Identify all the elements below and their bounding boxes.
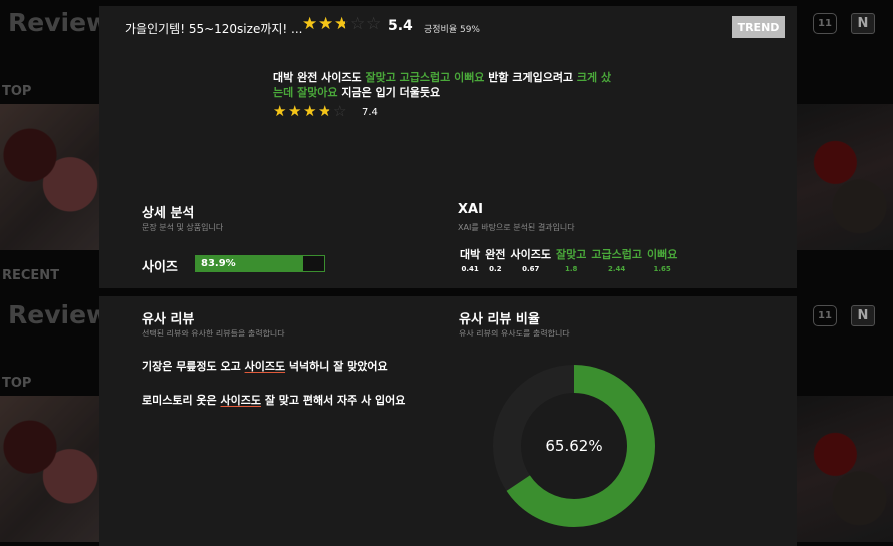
review-rating-value: 7.4 <box>362 107 378 118</box>
detail-analysis-title: 상세 분석 <box>142 206 195 221</box>
xai-token-word: 이뻐요 <box>646 248 678 261</box>
trend-button[interactable]: TREND <box>732 16 785 38</box>
similar-review-keyword: 사이즈도 <box>244 360 286 373</box>
product-rating-stars: ☆★☆★☆★☆★☆★ <box>302 16 382 33</box>
star-icon: ☆★ <box>333 102 347 120</box>
star-icon: ☆★ <box>366 14 382 34</box>
detail-analysis-subtitle: 문장 분석 및 상품입니다 <box>142 223 224 232</box>
similar-reviews-subtitle: 선택된 리뷰와 유사한 리뷰들을 출력합니다 <box>142 329 285 338</box>
xai-token-word: 사이즈도 <box>510 248 551 261</box>
attribute-score-value: 83.9% <box>201 258 236 269</box>
star-icon: ☆★ <box>288 102 302 120</box>
similar-review-item[interactable]: 기장은 무릎정도 오고 사이즈도 넉넉하니 잘 맞았어요 <box>142 360 417 374</box>
xai-token: 사이즈도 0.67 <box>511 246 551 273</box>
similar-review-text: 넉넉하니 잘 맞았어요 <box>285 360 388 373</box>
xai-token-word: 잘맞고 <box>555 248 587 261</box>
selected-review-text: 대박 완전 사이즈도 잘맞고 고급스럽고 이뻐요 반함 크게입으려고 크게 샀는… <box>273 70 618 100</box>
star-icon: ☆★ <box>334 14 350 34</box>
xai-token-score: 0.67 <box>522 265 540 273</box>
xai-token-score: 2.44 <box>608 265 626 273</box>
xai-token: 고급스럽고 2.44 <box>591 246 642 273</box>
star-icon: ☆★ <box>318 14 334 34</box>
xai-token-score: 1.65 <box>653 265 671 273</box>
similar-review-keyword: 사이즈도 <box>220 394 261 407</box>
xai-token-score: 1.8 <box>564 265 578 273</box>
attribute-score-bar: 83.9% <box>195 255 325 272</box>
star-icon: ☆★ <box>273 102 287 120</box>
xai-token: 완전 0.2 <box>485 246 505 273</box>
xai-subtitle: XAI를 바탕으로 분석된 결과입니다 <box>458 223 575 232</box>
star-icon: ☆★ <box>350 14 366 34</box>
xai-token-list: 대박 0.41 완전 0.2 사이즈도 0.67 잘맞고 1.8 고급스럽고 2.44 이뻐요 1.6… <box>460 246 677 273</box>
xai-token-word: 완전 <box>485 248 506 261</box>
star-icon: ☆★ <box>303 102 317 120</box>
product-rating-value: 5.4 <box>388 18 413 34</box>
xai-token: 잘맞고 1.8 <box>556 246 586 273</box>
similar-review-list: 기장은 무릎정도 오고 사이즈도 넉넉하니 잘 맞았어요로미스토리 옷은 사이즈… <box>142 360 417 428</box>
review-phrase: 대박 완전 사이즈도 <box>273 71 366 84</box>
similarity-ratio-title: 유사 리뷰 비율 <box>459 312 540 327</box>
xai-token-score: 0.41 <box>461 265 479 273</box>
similar-review-item[interactable]: 로미스토리 옷은 사이즈도 잘 맞고 편해서 자주 사 입어요 <box>142 394 417 408</box>
xai-title: XAI <box>458 202 483 217</box>
similar-reviews-title: 유사 리뷰 <box>142 312 195 327</box>
highlighted-phrase: 잘맞고 고급스럽고 이뻐요 <box>365 71 485 84</box>
xai-token-word: 고급스럽고 <box>591 248 642 261</box>
xai-token: 이뻐요 1.65 <box>647 246 677 273</box>
xai-token: 대박 0.41 <box>460 246 480 273</box>
xai-token-score: 0.2 <box>489 265 502 273</box>
review-rating-stars: ☆★☆★☆★☆★☆★ <box>273 104 348 119</box>
product-title: 가을인기템! 55~120size까지! ... <box>125 22 303 36</box>
xai-token-word: 대박 <box>460 248 481 261</box>
similar-review-text: 로미스토리 옷은 <box>142 394 221 407</box>
star-icon: ☆★ <box>318 102 332 120</box>
review-phrase: 반함 크게입으려고 <box>484 71 577 84</box>
positive-ratio: 긍정비율 59% <box>424 25 480 35</box>
similar-review-text: 기장은 무릎정도 오고 <box>142 360 245 373</box>
attribute-label: 사이즈 <box>142 260 178 275</box>
star-icon: ☆★ <box>302 14 318 34</box>
review-analysis-panel: 가을인기템! 55~120size까지! ... ☆★☆★☆★☆★☆★ 5.4 … <box>99 6 797 288</box>
similarity-ratio-subtitle: 유사 리뷰의 유사도를 출력합니다 <box>459 329 570 338</box>
similar-review-panel: 유사 리뷰 선택된 리뷰와 유사한 리뷰들을 출력합니다 기장은 무릎정도 오고… <box>99 296 797 546</box>
review-phrase: 지금은 입기 더울듯요 <box>337 86 441 99</box>
similarity-ratio-value: 65.62% <box>545 437 603 455</box>
similar-review-text: 잘 맞고 편해서 자주 사 입어요 <box>260 394 406 407</box>
